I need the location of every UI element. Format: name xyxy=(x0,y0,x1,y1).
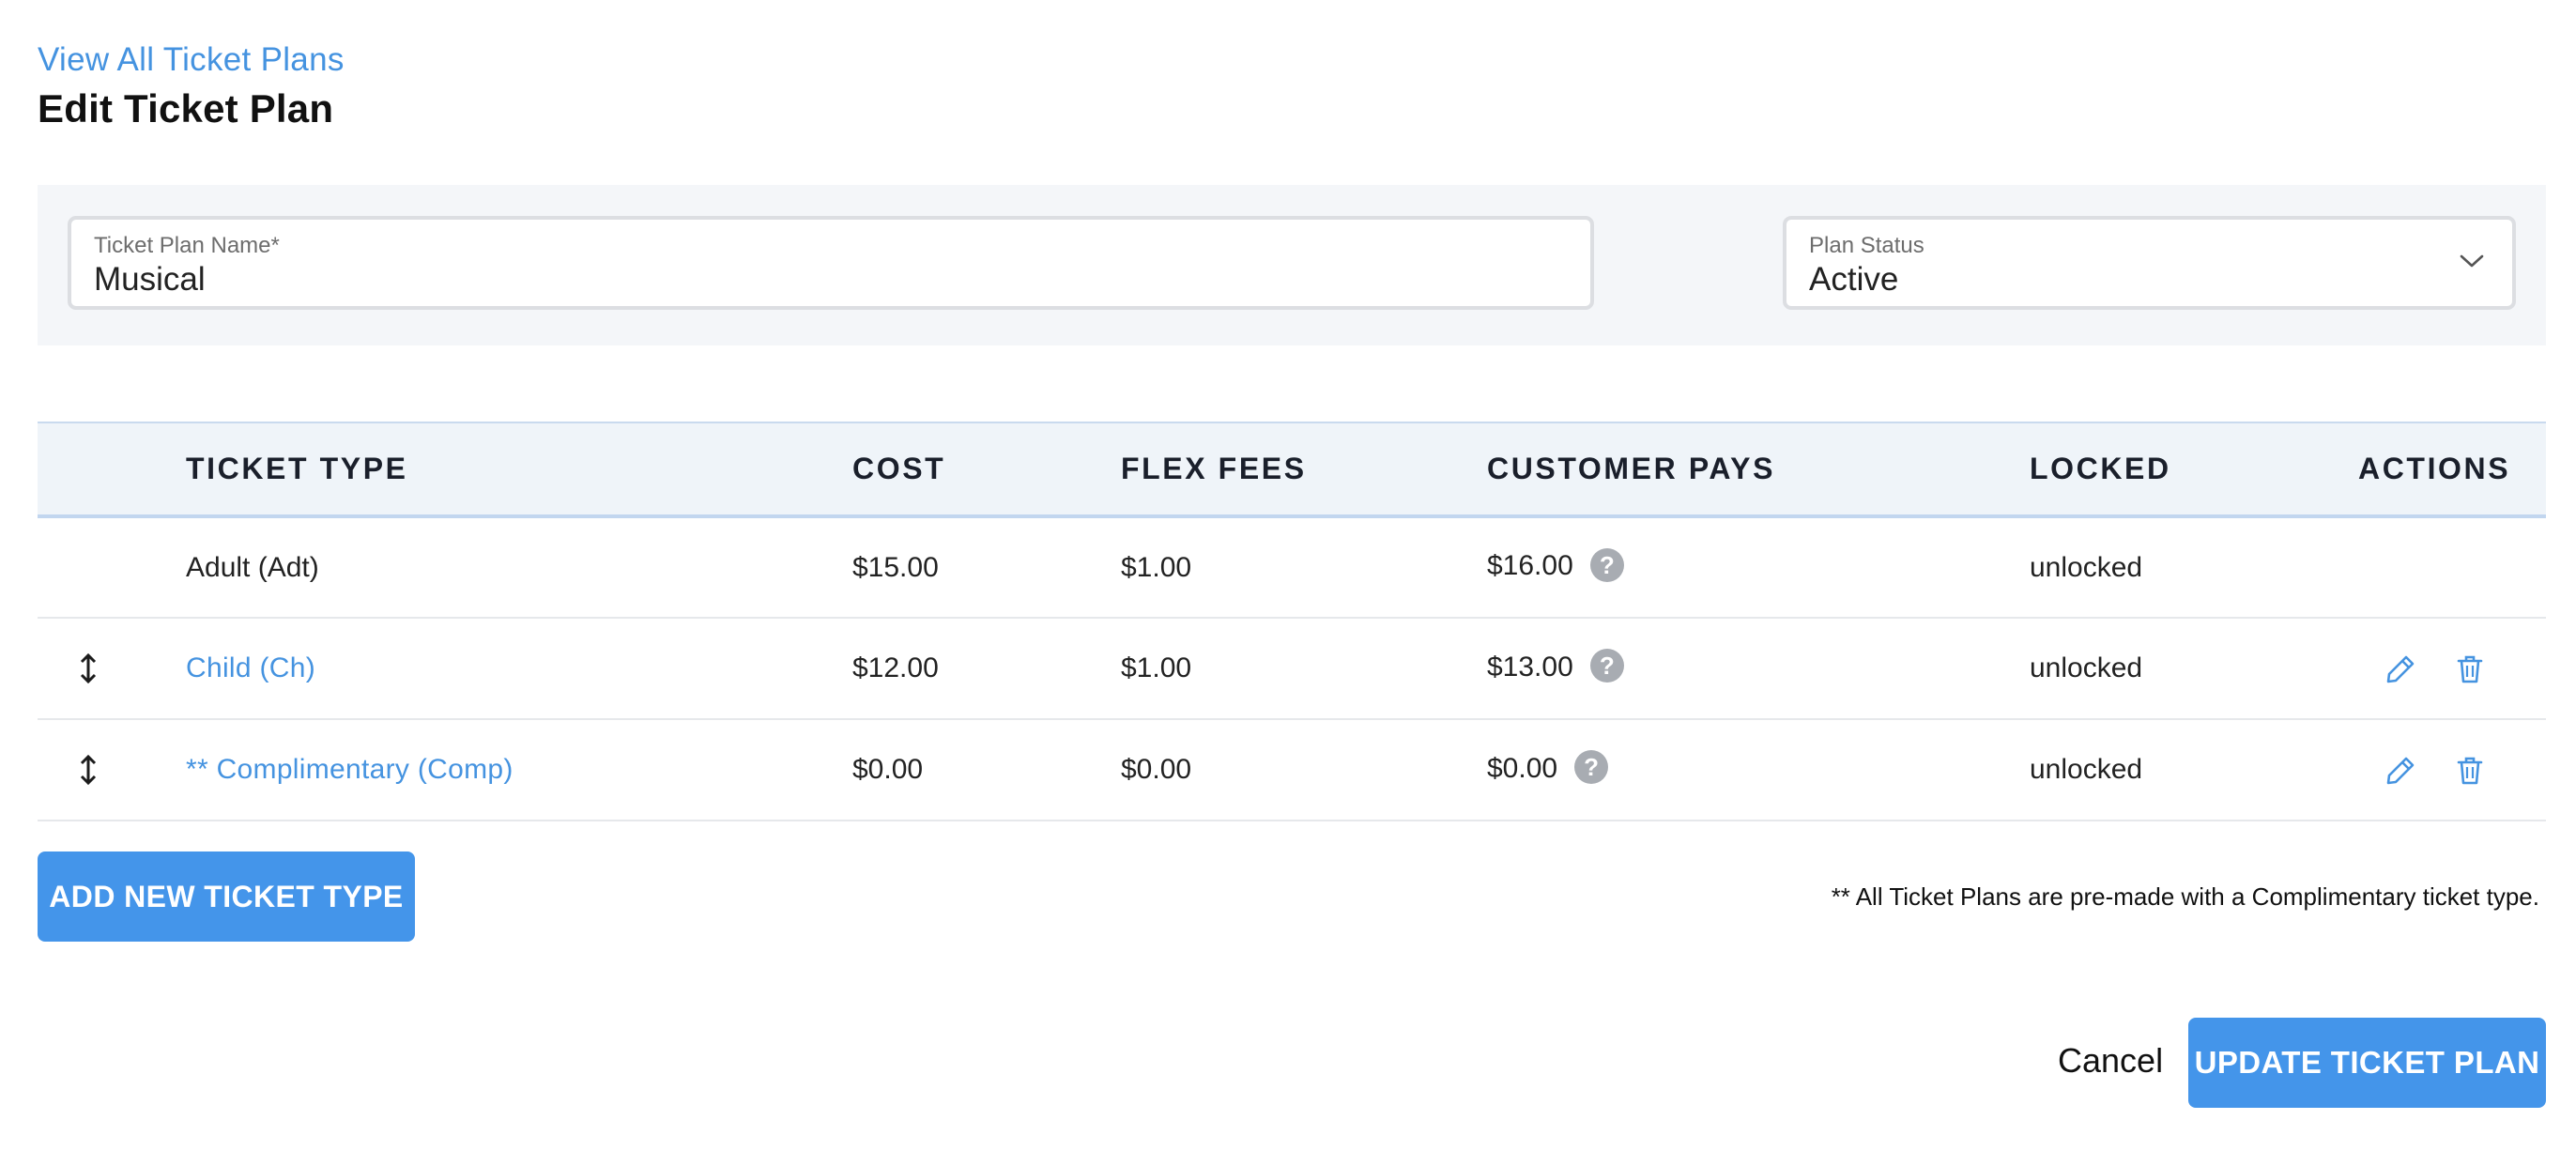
customer-pays-value: $13.00 xyxy=(1487,651,1573,683)
header-flex-fees: FLEX FEES xyxy=(1121,422,1487,518)
trash-icon[interactable] xyxy=(2454,755,2486,787)
ticket-plan-name-input[interactable] xyxy=(94,261,1558,299)
ticket-type-cell: ** Complimentary (Comp) xyxy=(186,719,852,821)
ticket-plan-name-field[interactable]: Ticket Plan Name* xyxy=(68,216,1594,310)
cancel-button[interactable]: Cancel xyxy=(2047,1032,2174,1090)
help-icon[interactable]: ? xyxy=(1589,649,1624,683)
drag-handle-icon[interactable] xyxy=(77,652,100,685)
cost-cell: $0.00 xyxy=(852,754,924,785)
header-drag xyxy=(38,422,186,518)
trash-icon[interactable] xyxy=(2454,653,2486,685)
flex-fees-cell: $0.00 xyxy=(1121,754,1192,785)
customer-pays-cell: $16.00? xyxy=(1487,516,2030,618)
ticket-types-table: TICKET TYPE COST FLEX FEES CUSTOMER PAYS… xyxy=(38,422,2546,821)
ticket-type-link[interactable]: Child (Ch) xyxy=(186,652,315,683)
table-row: Child (Ch) $12.00 $1.00 $13.00? unlocked xyxy=(38,618,2546,719)
page-title: Edit Ticket Plan xyxy=(38,86,334,130)
ticket-plan-form-panel: Ticket Plan Name* Plan Status Active xyxy=(38,185,2546,345)
chevron-down-icon[interactable] xyxy=(2458,252,2486,270)
drag-cell xyxy=(38,516,186,618)
locked-cell: unlocked xyxy=(2030,652,2143,683)
ticket-type-cell: Child (Ch) xyxy=(186,618,852,719)
flex-fees-cell: $1.00 xyxy=(1121,551,1192,583)
cost-cell: $15.00 xyxy=(852,551,939,583)
header-ticket-type: TICKET TYPE xyxy=(186,422,852,518)
customer-pays-value: $0.00 xyxy=(1487,752,1558,784)
pencil-icon[interactable] xyxy=(2384,755,2416,787)
drag-cell xyxy=(38,618,186,719)
drag-cell xyxy=(38,719,186,821)
table-header-row: TICKET TYPE COST FLEX FEES CUSTOMER PAYS… xyxy=(38,422,2546,518)
locked-cell: unlocked xyxy=(2030,551,2143,583)
ticket-type-link[interactable]: ** Complimentary (Comp) xyxy=(186,754,514,785)
ticket-type-cell: Adult (Adt) xyxy=(186,551,319,583)
table-row: ** Complimentary (Comp) $0.00 $0.00 $0.0… xyxy=(38,719,2546,821)
plan-status-label: Plan Status xyxy=(1809,233,1924,258)
actions-cell xyxy=(2358,516,2546,618)
table-row: Adult (Adt) $15.00 $1.00 $16.00? unlocke… xyxy=(38,516,2546,618)
customer-pays-cell: $0.00? xyxy=(1487,719,2030,821)
actions-cell xyxy=(2358,618,2546,719)
help-icon[interactable]: ? xyxy=(1574,750,1609,785)
header-customer-pays: CUSTOMER PAYS xyxy=(1487,422,2030,518)
ticket-plan-name-label: Ticket Plan Name* xyxy=(94,233,280,258)
complimentary-footnote: ** All Ticket Plans are pre-made with a … xyxy=(1831,882,2539,911)
header-actions: ACTIONS xyxy=(2358,422,2546,518)
view-all-ticket-plans-link[interactable]: View All Ticket Plans xyxy=(38,41,345,79)
customer-pays-cell: $13.00? xyxy=(1487,618,2030,719)
drag-handle-icon[interactable] xyxy=(77,753,100,787)
header-locked: LOCKED xyxy=(2030,422,2358,518)
help-icon[interactable]: ? xyxy=(1589,547,1624,582)
locked-cell: unlocked xyxy=(2030,754,2143,785)
customer-pays-value: $16.00 xyxy=(1487,550,1573,582)
plan-status-select[interactable]: Plan Status Active xyxy=(1783,216,2516,310)
flex-fees-cell: $1.00 xyxy=(1121,652,1192,683)
cost-cell: $12.00 xyxy=(852,652,939,683)
add-new-ticket-type-button[interactable]: ADD NEW TICKET TYPE xyxy=(38,851,415,942)
update-ticket-plan-button[interactable]: UPDATE TICKET PLAN xyxy=(2188,1018,2546,1108)
actions-cell xyxy=(2358,719,2546,821)
pencil-icon[interactable] xyxy=(2384,653,2416,685)
header-cost: COST xyxy=(852,422,1121,518)
